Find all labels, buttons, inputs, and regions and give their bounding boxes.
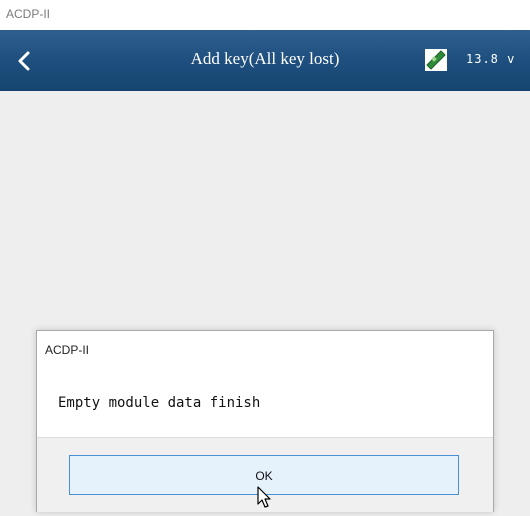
app-header: Add key(All key lost) 13.8 v — [0, 30, 530, 91]
window-titlebar: ACDP-II — [0, 0, 530, 30]
dialog-title: ACDP-II — [45, 343, 90, 357]
page-title: Add key(All key lost) — [190, 49, 340, 68]
message-dialog: ACDP-II Empty module data finish OK — [36, 330, 494, 512]
window-title: ACDP-II — [6, 7, 51, 21]
ok-button-label: OK — [255, 469, 273, 483]
dialog-footer: OK — [37, 437, 493, 512]
battery-icon — [425, 49, 447, 71]
ok-button[interactable]: OK — [69, 455, 459, 495]
dialog-message: Empty module data finish — [58, 395, 261, 411]
voltage-readout: 13.8 v — [466, 52, 516, 66]
